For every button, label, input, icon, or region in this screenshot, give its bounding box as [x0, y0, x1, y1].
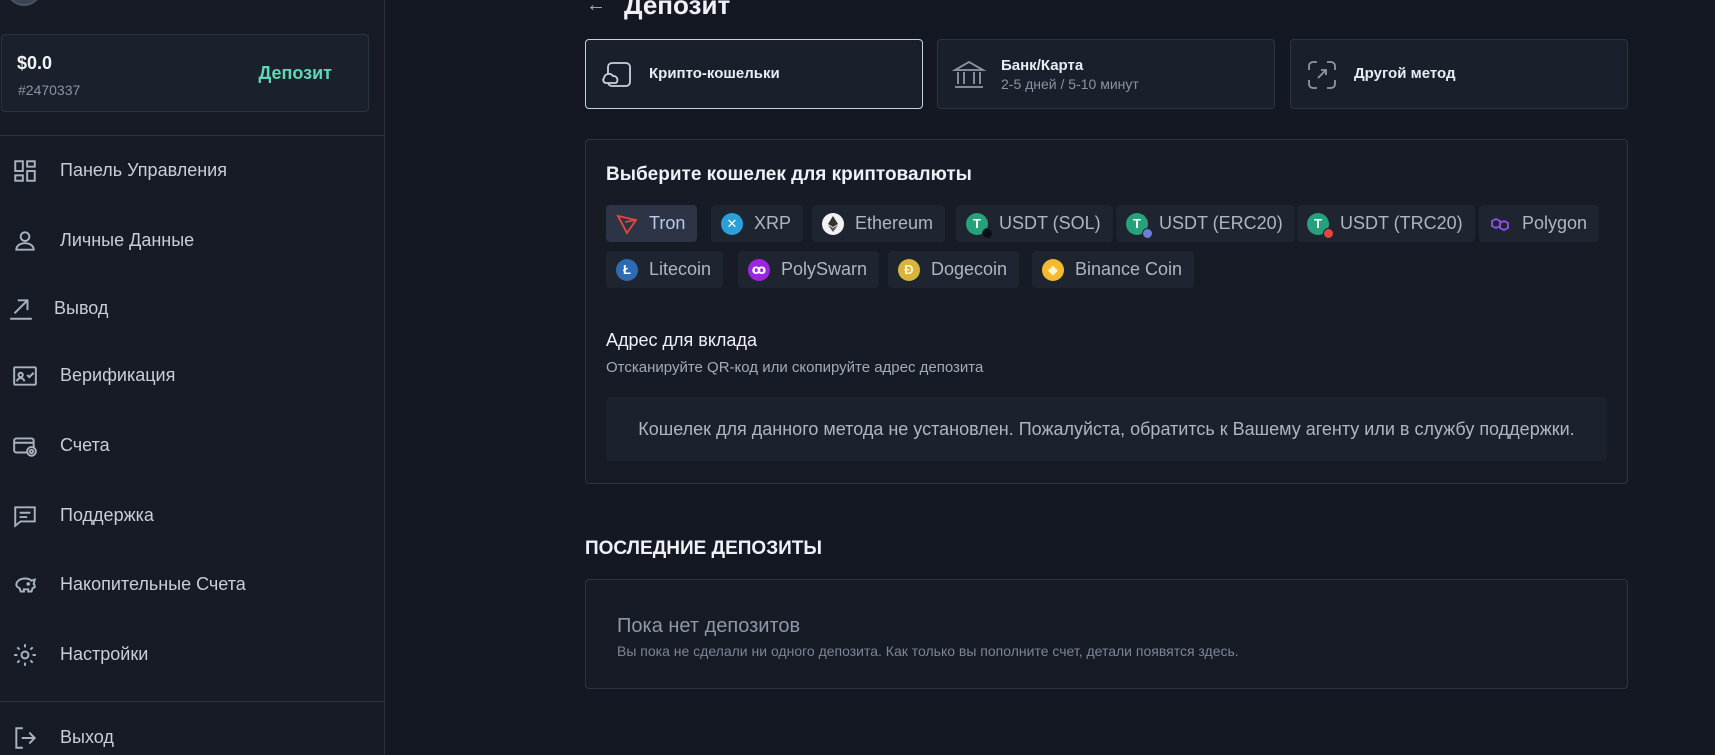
user-icon: [12, 228, 38, 254]
logout-button[interactable]: Выход: [0, 712, 384, 755]
usdt-erc20-icon: T: [1126, 212, 1153, 239]
sidebar-item-label: Верификация: [60, 364, 176, 385]
divider: [0, 701, 384, 702]
method-sub: 2-5 дней / 5-10 минут: [1001, 76, 1139, 92]
crypto-wallet-panel: Выберите кошелек для криптовалюты Tron ✕…: [585, 139, 1628, 484]
sidebar-item-label: Личные Данные: [60, 229, 195, 250]
wallet-not-set-notice: Кошелек для данного метода не установлен…: [606, 397, 1607, 461]
sidebar-item-accounts[interactable]: Счета: [0, 420, 384, 470]
recent-deposits-title: ПОСЛЕДНИЕ ДЕПОЗИТЫ: [585, 538, 822, 559]
method-name: Другой метод: [1354, 65, 1456, 82]
gear-icon: [12, 642, 38, 668]
method-name: Крипто-кошельки: [649, 65, 780, 82]
logout-icon: [12, 725, 38, 751]
usdt-sol-icon: T: [966, 212, 993, 239]
litecoin-icon: Ł: [616, 258, 638, 281]
coin-label: USDT (ERC20): [1159, 213, 1283, 233]
polyswarm-icon: ꝏ: [748, 258, 770, 281]
sidebar-deposit-button[interactable]: Депозит: [258, 63, 332, 84]
sidebar: $0.0 #2470337 Депозит Панель Управления …: [0, 0, 385, 755]
recent-deposits-empty-state: Пока нет депозитов Вы пока не сделали ни…: [585, 579, 1628, 689]
coin-label: USDT (TRC20): [1340, 213, 1463, 233]
xrp-icon: ✕: [721, 212, 743, 235]
coin-option-litecoin[interactable]: Ł Litecoin: [606, 251, 724, 288]
sidebar-item-support[interactable]: Поддержка: [0, 490, 384, 540]
coin-option-usdt-sol[interactable]: T USDT (SOL): [956, 205, 1113, 242]
sidebar-item-label: Настройки: [60, 643, 149, 664]
wallet-panel-title: Выберите кошелек для криптовалюты: [606, 164, 972, 185]
coin-option-polygon[interactable]: Polygon: [1479, 205, 1600, 242]
coin-label: XRP: [754, 213, 792, 233]
tron-badge-icon: [1323, 227, 1334, 239]
withdraw-icon: [8, 296, 34, 322]
polygon-icon: [1489, 213, 1511, 235]
binance-coin-icon: ◆: [1042, 258, 1064, 281]
coin-option-ethereum[interactable]: Ethereum: [812, 205, 946, 242]
piggy-bank-icon: [12, 572, 38, 598]
coin-option-tron[interactable]: Tron: [606, 205, 698, 242]
coin-option-polyswarm[interactable]: ꝏ PolySwarn: [738, 251, 880, 288]
tab-other-method[interactable]: Другой метод: [1290, 39, 1628, 109]
coin-label: Binance Coin: [1075, 259, 1183, 279]
sidebar-item-label: Счета: [60, 434, 110, 455]
balance-amount: $0.0: [17, 53, 53, 73]
sidebar-item-label: Накопительные Счета: [60, 573, 246, 594]
coin-label: PolySwarn: [781, 259, 868, 279]
sidebar-item-verification[interactable]: Верификация: [0, 350, 384, 400]
accounts-icon: [12, 433, 38, 459]
coin-option-dogecoin[interactable]: Ð Dogecoin: [888, 251, 1020, 288]
deposit-address-subtitle: Отсканируйте QR-код или скопируйте адрес…: [606, 359, 984, 376]
sidebar-item-dashboard[interactable]: Панель Управления: [0, 145, 384, 195]
solana-badge-icon: [982, 227, 993, 239]
tab-crypto-wallets[interactable]: Крипто-кошельки: [585, 39, 923, 109]
coin-option-usdt-trc20[interactable]: T USDT (TRC20): [1297, 205, 1475, 242]
ethereum-badge-icon: [1142, 227, 1153, 239]
divider: [0, 135, 384, 136]
deposit-address-title: Адрес для вклада: [606, 330, 757, 350]
sidebar-item-label: Поддержка: [60, 504, 154, 525]
coin-label: USDT (SOL): [999, 213, 1101, 233]
empty-state-subtitle: Вы пока не сделали ни одного депозита. К…: [617, 643, 1239, 659]
usdt-trc20-icon: T: [1307, 212, 1334, 239]
dogecoin-icon: Ð: [898, 258, 920, 281]
sidebar-item-label: Панель Управления: [60, 159, 227, 180]
coin-option-xrp[interactable]: ✕ XRP: [711, 205, 804, 242]
coin-label: Polygon: [1522, 213, 1588, 233]
tron-icon: [616, 213, 638, 235]
support-icon: [12, 503, 38, 529]
sidebar-item-savings[interactable]: Накопительные Счета: [0, 559, 384, 609]
sidebar-item-settings[interactable]: Настройки: [0, 629, 384, 679]
coin-label: Ethereum: [855, 213, 934, 233]
coin-option-usdt-erc20[interactable]: T USDT (ERC20): [1116, 205, 1295, 242]
crypto-wallet-icon: [600, 58, 634, 92]
coin-label: Litecoin: [649, 259, 712, 279]
coin-label: Dogecoin: [931, 259, 1008, 279]
page-title: Депозит: [624, 0, 731, 20]
verification-icon: [12, 363, 38, 389]
balance-card: $0.0 #2470337 Депозит: [1, 34, 369, 112]
sidebar-item-withdraw[interactable]: Вывод: [0, 283, 384, 333]
app: $0.0 #2470337 Депозит Панель Управления …: [0, 0, 1715, 755]
sidebar-item-personal-data[interactable]: Личные Данные: [0, 215, 384, 265]
empty-state-title: Пока нет депозитов: [617, 615, 801, 637]
logout-label: Выход: [60, 726, 114, 747]
method-name: Банк/Карта: [1001, 57, 1084, 74]
coin-label: Tron: [649, 213, 686, 233]
other-method-icon: [1305, 58, 1339, 92]
account-id: #2470337: [18, 82, 81, 98]
sidebar-item-label: Вывод: [54, 297, 109, 318]
coin-option-binance-coin[interactable]: ◆ Binance Coin: [1032, 251, 1195, 288]
dashboard-icon: [12, 158, 38, 184]
back-arrow-icon[interactable]: ←: [586, 0, 606, 17]
avatar[interactable]: [6, 0, 42, 6]
tab-bank-card[interactable]: Банк/Карта 2-5 дней / 5-10 минут: [937, 39, 1275, 109]
ethereum-icon: [822, 212, 844, 235]
bank-icon: [951, 58, 987, 92]
